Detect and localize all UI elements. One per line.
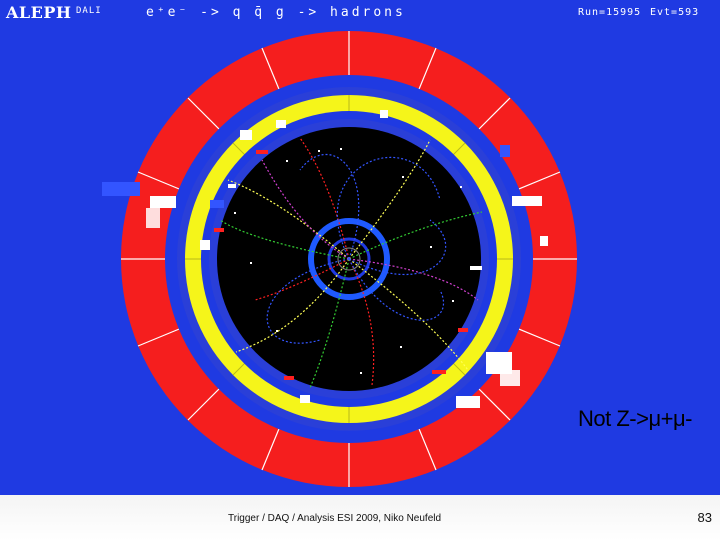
run-number: Run=15995 xyxy=(578,7,642,18)
process-label: e⁺e⁻ -> q q̄ g -> hadrons xyxy=(146,5,406,20)
page-number: 83 xyxy=(697,510,712,525)
dali-label: DALI xyxy=(76,6,102,16)
aleph-logo: ALEPH xyxy=(6,3,72,22)
slide-caption: Not Z->μ+μ- xyxy=(578,406,693,431)
slide: ALEPH DALI e⁺e⁻ -> q q̄ g -> hadrons Run… xyxy=(0,0,720,540)
event-number: Evt=593 xyxy=(650,7,700,18)
footer-text: Trigger / DAQ / Analysis ESI 2009, Niko … xyxy=(228,513,442,524)
